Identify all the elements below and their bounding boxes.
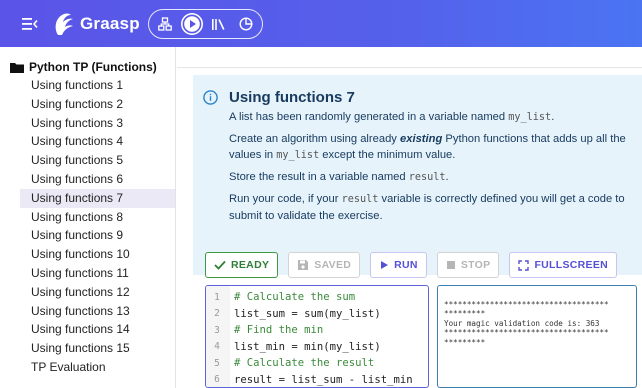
ready-status-button[interactable]: READY [205,252,279,278]
output-line: ********* [444,337,486,347]
exercise-info-alert: Using functions 7 A list has been random… [193,75,642,275]
sidebar-item[interactable]: Using functions 8 [0,208,175,227]
fullscreen-button[interactable]: FULLSCREEN [509,252,618,278]
code-line[interactable]: 4 list_min = min(my_list) [206,339,381,356]
exercise-title: Using functions 7 [229,89,355,106]
top-app-bar: Graasp [0,0,642,47]
output-console: ************************************ ****… [437,285,637,388]
code-text: # Find the min [234,324,324,337]
library-view-button[interactable] [208,13,230,35]
sidebar-item[interactable]: Using functions 15 [0,339,175,358]
line-number: 4 [214,341,220,353]
builder-view-button[interactable] [154,13,176,35]
sidebar-item-list: Using functions 1 Using functions 2 Using … [0,76,175,377]
sidebar-item[interactable]: Using functions 14 [0,320,175,339]
code-text: # Calculate the sum [234,291,356,304]
pie-chart-icon [239,16,253,31]
line-number: 5 [214,357,220,369]
ready-label: READY [231,259,270,271]
code-line[interactable]: 2 list_sum = sum(my_list) [206,306,381,323]
sidebar-item[interactable]: Using functions 6 [0,170,175,189]
sidebar-item[interactable]: Using functions 4 [0,132,175,151]
sidebar-item[interactable]: Using functions 13 [0,302,175,321]
sidebar-root-label: Python TP (Functions) [29,60,157,74]
code-line[interactable]: 5 # Calculate the result [206,355,374,372]
output-line: Your magic validation code is: 363 [444,318,600,328]
check-icon [214,260,226,270]
p2-code: my_list [276,150,320,161]
p2-start: Create an algorithm using already [229,133,401,145]
navigation-sidebar: Python TP (Functions) Using functions 1U… [0,47,176,388]
save-icon [298,260,309,270]
code-text: list_sum = sum(my_list) [234,307,381,320]
p2-end: except the minimum value. [319,149,456,161]
code-editor[interactable]: 1 # Calculate the sum 2 list_sum = sum(my_l… [205,285,429,388]
p3-text: Store the result in a variable named [229,171,409,183]
fullscreen-icon [518,259,530,271]
code-text: result = list_sum - list_min [234,373,413,386]
output-line: ********* [444,309,486,319]
collapse-menu-icon[interactable] [20,14,40,34]
stop-label: STOP [460,259,491,271]
p1-code: my_list [508,112,552,123]
instruction-paragraph-1: A list has been randomly generated in a … [229,109,642,126]
folder-icon [10,62,24,73]
app-name: Graasp [80,13,140,33]
sidebar-item[interactable]: Using functions 3 [0,114,175,133]
sidebar-item[interactable]: Using functions 11 [0,264,175,283]
graasp-logo-icon [55,13,73,35]
run-label: RUN [394,259,418,271]
player-view-button[interactable] [180,12,203,35]
sidebar-item[interactable]: Using functions 2 [0,95,175,114]
line-number: 6 [214,374,220,386]
instruction-paragraph-2: Create an algorithm using already existi… [229,131,642,164]
play-circle-icon [182,14,202,33]
code-toolbar: READY SAVED RUN STOP FULLSCREEN [205,252,618,278]
sidebar-item[interactable]: Using functions 12 [0,283,175,302]
p3-end: . [445,171,449,183]
sidebar-root-folder[interactable]: Python TP (Functions) [0,58,175,76]
p4-code: result [341,194,379,205]
sidebar-item[interactable]: Using functions 5 [0,151,175,170]
saved-label: SAVED [314,259,352,271]
code-line[interactable]: 3 # Find the min [206,322,323,339]
sitemap-icon [157,16,172,31]
code-text: list_min = min(my_list) [234,340,381,353]
p3-code: result [408,172,446,183]
app-logo[interactable]: Graasp [52,11,140,37]
p1-end: . [551,111,555,123]
stop-button[interactable]: STOP [436,252,500,278]
instruction-paragraph-3: Store the result in a variable named res… [229,169,642,186]
line-number: 1 [214,291,220,303]
saved-button[interactable]: SAVED [288,252,361,278]
p2-emphasis: existing [400,133,443,145]
sidebar-item[interactable]: TP Evaluation [0,358,175,377]
code-text: # Calculate the result [234,357,375,370]
p4-start: Run your code, if your [229,193,342,205]
instruction-paragraph-4: Run your code, if your result variable i… [229,191,642,224]
output-line: ************************************ [444,328,609,338]
run-button[interactable]: RUN [370,252,427,278]
sidebar-item[interactable]: Using functions 1 [0,76,175,95]
main-content: Using functions 7 A list has been random… [177,47,642,388]
line-number: 3 [214,324,220,336]
stop-icon [446,261,455,269]
divider [177,67,642,68]
sidebar-item[interactable]: Using functions 9 [0,226,175,245]
p1-text: A list has been randomly generated in a … [229,111,509,123]
library-icon [212,18,225,30]
output-line: ************************************ [444,300,609,309]
analytics-view-button[interactable] [235,13,257,35]
line-number: 2 [214,308,220,320]
sidebar-item[interactable]: Using functions 10 [0,245,175,264]
code-line[interactable]: 1 # Calculate the sum [206,289,355,306]
code-line[interactable]: 6 result = list_sum - list_min [206,372,413,388]
fullscreen-label: FULLSCREEN [534,259,609,271]
view-switcher [147,8,263,39]
info-icon [203,90,218,105]
sidebar-item[interactable]: Using functions 7 [20,188,175,208]
play-icon [381,261,389,269]
